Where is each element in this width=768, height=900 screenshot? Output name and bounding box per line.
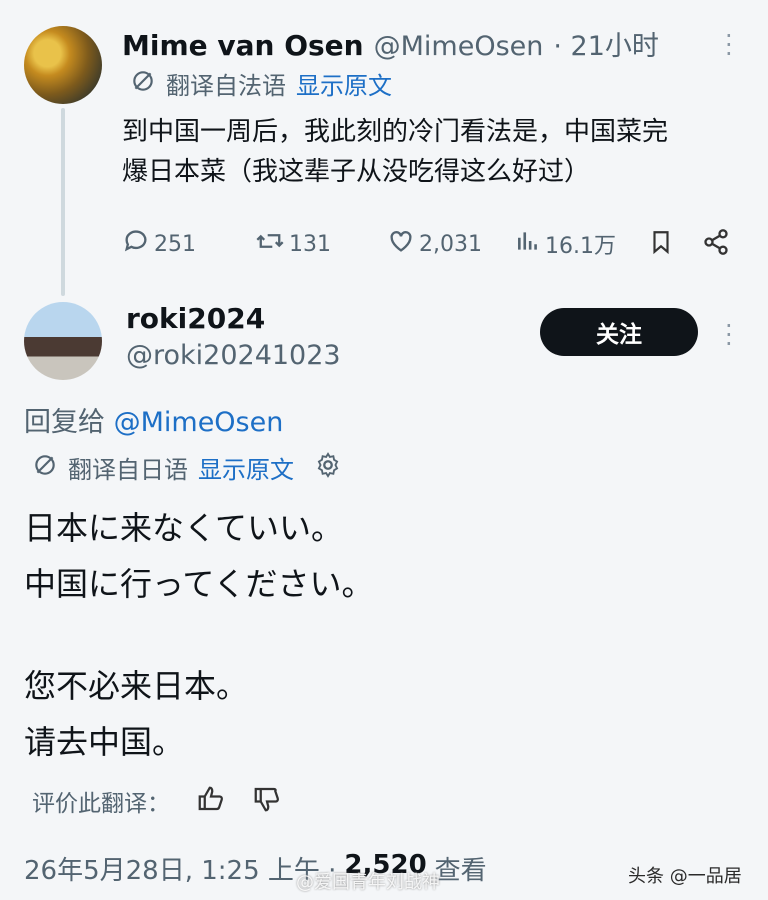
tweet-header: Mime van Osen @MimeOsen · 21小时 — [122, 24, 659, 63]
views-count: 16.1万 — [545, 234, 616, 259]
platform-watermark: 头条 @一品居 — [628, 866, 742, 887]
user-handle[interactable]: @roki20241023 — [126, 340, 341, 371]
reply-button[interactable]: 251 — [122, 227, 196, 261]
more-options-icon[interactable]: · · · — [725, 314, 733, 356]
retweet-button[interactable]: 131 — [255, 227, 331, 261]
reply-to-prefix: 回复给 — [24, 407, 105, 438]
reply-icon — [122, 227, 150, 261]
avatar[interactable] — [24, 302, 102, 380]
share-icon[interactable] — [702, 228, 730, 260]
more-options-icon[interactable]: · · · — [725, 24, 733, 66]
show-original-link[interactable]: 显示原文 — [296, 66, 392, 101]
views-label: 查看 — [434, 856, 487, 886]
reply-count: 251 — [154, 231, 196, 257]
bar-chart-icon — [515, 227, 541, 261]
weibo-watermark: @爱国青年刘战神 — [296, 872, 440, 893]
translated-from-label: 翻译自法语 — [166, 72, 286, 100]
retweet-count: 131 — [289, 231, 331, 257]
timestamp[interactable]: 26年5月28日, 1:25 上午 · — [24, 850, 336, 887]
translation-notice: 翻译自日语 显示原文 — [32, 450, 342, 485]
translate-icon — [130, 68, 156, 100]
reply-to-line: 回复给 @MimeOsen — [24, 400, 283, 439]
user-handle[interactable]: @MimeOsen — [374, 31, 544, 62]
tweet-original-text: 日本に来なくていい。 中国に行ってください。 — [24, 509, 374, 603]
translated-from-label: 翻译自日语 — [68, 456, 188, 484]
tweet-text: 到中国一周后，我此刻的冷门看法是，中国菜完 爆日本菜（我这辈子从没吃得这么好过） — [122, 117, 669, 187]
like-count: 2,031 — [419, 231, 482, 257]
thumbs-up-icon[interactable] — [196, 784, 226, 818]
bookmark-icon[interactable] — [648, 228, 674, 260]
thread-connector-line — [61, 108, 65, 296]
translate-icon — [32, 452, 58, 484]
translation-notice: 翻译自法语 显示原文 — [130, 66, 392, 101]
timestamp[interactable]: · 21小时 — [553, 24, 659, 63]
show-original-link[interactable]: 显示原文 — [198, 450, 294, 485]
gear-icon[interactable] — [314, 451, 342, 485]
views-button[interactable]: 16.1万 — [515, 227, 616, 261]
reply-to-handle-link[interactable]: @MimeOsen — [114, 407, 284, 438]
avatar[interactable] — [24, 26, 102, 104]
follow-button[interactable]: 关注 — [540, 308, 698, 356]
tweet-translated-text: 您不必来日本。 请去中国。 — [24, 667, 249, 761]
rate-translation-label: 评价此翻译： — [32, 791, 170, 817]
display-name[interactable]: Mime van Osen — [122, 29, 364, 62]
heart-icon — [387, 227, 415, 261]
retweet-icon — [255, 227, 285, 261]
thumbs-down-icon[interactable] — [252, 784, 282, 818]
display-name[interactable]: roki2024 — [126, 302, 265, 335]
translation-rating: 评价此翻译： — [32, 784, 282, 818]
like-button[interactable]: 2,031 — [387, 227, 482, 261]
